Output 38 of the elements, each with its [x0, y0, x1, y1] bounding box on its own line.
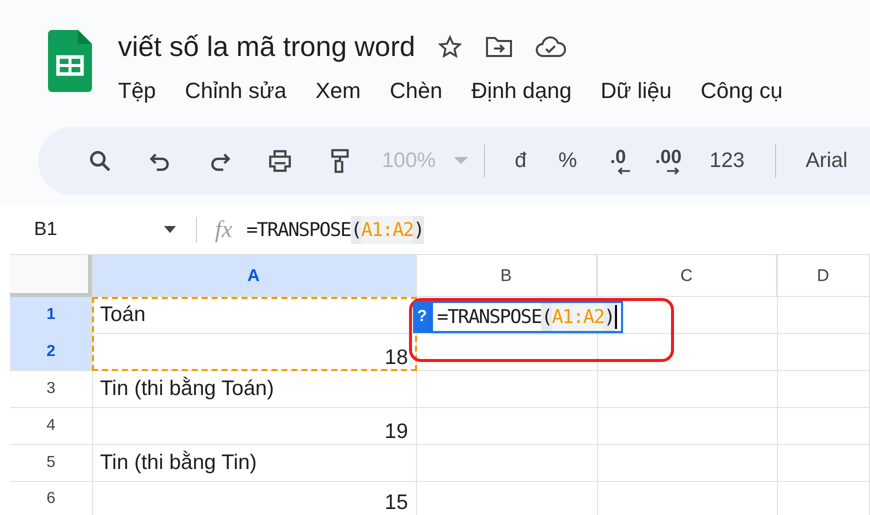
column-header[interactable]: A: [92, 255, 416, 296]
table-cell[interactable]: Toán: [100, 303, 146, 327]
dropdown-icon[interactable]: [164, 226, 176, 234]
menu-item[interactable]: Chèn: [390, 74, 442, 107]
document-title[interactable]: viết số la mã trong word: [118, 26, 416, 68]
function-label: fx: [215, 216, 232, 245]
increase-decimal-button[interactable]: .00: [645, 148, 692, 174]
toolbar-button[interactable]: đ: [500, 145, 540, 177]
folder-icon[interactable]: [485, 35, 514, 59]
menu-item[interactable]: Dữ liệu: [600, 74, 672, 107]
table-cell[interactable]: 18: [384, 346, 408, 370]
toolbar-button[interactable]: %: [544, 145, 592, 177]
table-cell[interactable]: Tin (thi bằng Toán): [100, 377, 274, 401]
cell-reference[interactable]: B1: [34, 216, 164, 244]
table-cell[interactable]: Tin (thi bằng Tin): [100, 451, 257, 475]
search-icon[interactable]: [87, 148, 113, 174]
toolbar-button[interactable]: Arial: [792, 145, 862, 177]
help-badge[interactable]: ?: [413, 301, 431, 333]
formula-text[interactable]: =TRANSPOSE(A1:A2): [246, 216, 424, 244]
cell-editor[interactable]: =TRANSPOSE(A1:A2): [431, 301, 622, 333]
row-header[interactable]: 2: [10, 334, 92, 370]
arrow-left-icon: [617, 166, 632, 174]
sheets-logo-icon[interactable]: [48, 30, 92, 92]
menu-item[interactable]: Định dạng: [471, 74, 572, 107]
cloud-check-icon[interactable]: [535, 35, 568, 59]
caret-icon: [454, 157, 468, 165]
table-cell[interactable]: 19: [384, 420, 408, 444]
menu-item[interactable]: Công cụ: [700, 74, 783, 107]
print-icon[interactable]: [267, 148, 293, 174]
toolbar-button[interactable]: 123: [696, 145, 759, 177]
menu-item[interactable]: Xem: [315, 74, 361, 107]
star-icon[interactable]: [437, 34, 464, 60]
menu-item[interactable]: Tệp: [118, 74, 156, 107]
row-header[interactable]: 1: [10, 297, 92, 333]
decrease-decimal-button[interactable]: .0: [595, 148, 642, 174]
arrow-right-icon: [666, 166, 680, 174]
table-cell[interactable]: 15: [384, 491, 408, 515]
menu-item[interactable]: Chỉnh sửa: [184, 74, 286, 107]
